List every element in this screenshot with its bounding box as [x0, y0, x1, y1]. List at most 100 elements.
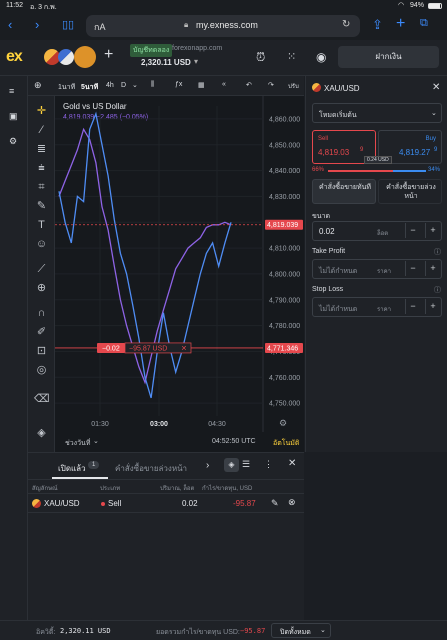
row-type: Sell — [108, 499, 122, 508]
price-chart[interactable]: Gold vs US Dollar 4,819.039 −2.485 (−0.0… — [55, 96, 304, 452]
timeframe-1m[interactable]: 1นาที — [58, 82, 75, 93]
pattern-icon[interactable]: ⌗ — [34, 180, 49, 195]
symbol-tab-btc-icon[interactable] — [74, 46, 96, 68]
tab-market-order[interactable]: คำสั่งซื้อขายทันที — [312, 179, 376, 204]
close-position-icon[interactable]: ⊗ — [288, 497, 296, 508]
more-options-icon[interactable]: ⋮ — [264, 459, 273, 470]
magnet-icon[interactable]: ∩ — [34, 306, 49, 321]
position-close-icon[interactable]: ✕ — [181, 345, 187, 352]
layout-grid-icon[interactable]: ▦ — [198, 81, 205, 89]
pencil-lock-icon[interactable]: ✐ — [34, 325, 49, 340]
safari-toolbar: ‹ › ▯▯ กA 🔒︎ my.exness.com ↻ ⇪ + ⧉ — [0, 12, 447, 40]
forward-icon[interactable]: › — [35, 17, 39, 32]
lock-icon[interactable]: ⊡ — [34, 344, 49, 359]
take-profit-decrease-button[interactable]: − — [405, 261, 420, 276]
date-range-button[interactable]: ช่วงวันที่ — [65, 438, 90, 449]
tab-pending-label: คำสั่งซื้อขายล่วงหน้า — [386, 184, 436, 200]
order-mode-select[interactable]: โหมดเริ่มต้น ⌄ — [312, 103, 442, 123]
chevron-down-icon[interactable]: ⌄ — [93, 437, 99, 445]
table-row[interactable]: XAU/USD Sell 0.02 -95.87 ✎ ⊗ — [28, 493, 304, 513]
timeframe-d[interactable]: D — [121, 82, 126, 89]
reload-icon[interactable]: ↻ — [342, 19, 350, 30]
info-icon[interactable]: ⓘ — [434, 285, 441, 295]
tab-open-positions[interactable]: เปิดแล้ว — [58, 462, 86, 475]
axis-settings-icon[interactable]: ⚙ — [279, 419, 287, 429]
settings-gear-icon[interactable]: ⚙ — [9, 136, 17, 147]
tab-pending-order[interactable]: คำสั่งซื้อขายล่วงหน้า — [378, 179, 442, 204]
alarm-clock-icon[interactable]: ⏰︎ — [256, 50, 265, 65]
edit-pencil-icon[interactable]: ✎ — [271, 498, 279, 509]
sidebar-book-icon[interactable]: ▯▯ — [62, 18, 74, 31]
profile-icon[interactable]: ◉ — [316, 50, 326, 64]
zoom-in-icon[interactable]: ⊕ — [34, 281, 49, 296]
new-tab-icon[interactable]: + — [396, 15, 405, 33]
info-icon[interactable]: ⓘ — [434, 247, 441, 257]
text-icon[interactable]: T — [34, 218, 49, 233]
ruler-icon[interactable]: ⟋ — [34, 262, 49, 277]
chevron-down-icon[interactable]: ⌄ — [132, 81, 138, 89]
menu-list-icon[interactable]: ≡ — [9, 86, 14, 96]
redo-icon[interactable]: ↷ — [268, 81, 274, 89]
timeframe-5m[interactable]: 5นาที — [81, 82, 98, 93]
trash-icon[interactable]: ⌫ — [34, 392, 50, 407]
timeframe-4h[interactable]: 4h — [106, 82, 114, 89]
tab-pending-orders[interactable]: คำสั่งซื้อขายล่วงหน้า — [115, 462, 187, 475]
back-icon[interactable]: ‹ — [8, 17, 12, 32]
trend-line-icon[interactable]: ⁄ — [34, 123, 49, 138]
stop-loss-unit[interactable]: ราคา — [377, 304, 391, 314]
close-icon[interactable]: ✕ — [288, 458, 296, 469]
stop-loss-input[interactable]: ไม่ได้กำหนด ราคา − + — [312, 297, 442, 317]
close-all-button[interactable]: ปิดทั้งหมด ⌄ — [271, 623, 331, 638]
take-profit-value: ไม่ได้กำหนด — [319, 268, 358, 275]
take-profit-increase-button[interactable]: + — [425, 261, 440, 276]
take-profit-input[interactable]: ไม่ได้กำหนด ราคา − + — [312, 259, 442, 279]
row-symbol: XAU/USD — [44, 499, 80, 508]
close-icon[interactable]: ✕ — [432, 82, 440, 93]
reader-text-size[interactable]: กA — [94, 20, 105, 34]
rewind-icon[interactable]: « — [222, 81, 226, 88]
gold-symbol-icon — [32, 499, 41, 508]
undo-icon[interactable]: ↶ — [246, 81, 252, 89]
tabs-icon[interactable]: ⧉ — [420, 17, 428, 30]
apps-grid-icon[interactable]: ⁙ — [287, 50, 296, 63]
horizontal-lines-icon[interactable]: ≣ — [34, 142, 49, 157]
chart-time: 04:52:50 UTC — [212, 438, 256, 445]
y-tick-label: 4,810.000 — [269, 246, 300, 253]
share-icon[interactable]: ⇪ — [372, 17, 383, 33]
crosshair-icon[interactable]: ✛ — [34, 104, 49, 119]
add-symbol-icon[interactable]: + — [104, 46, 113, 64]
indicators-icon[interactable]: ƒx — [175, 81, 182, 88]
volume-input[interactable]: 0.02 ล็อต − + — [312, 221, 442, 241]
eye-icon[interactable]: ◎ — [34, 363, 49, 378]
chevron-down-icon[interactable]: ▾ — [194, 57, 198, 66]
wifi-icon: ◠ — [398, 2, 405, 9]
volume-decrease-button[interactable]: − — [405, 223, 420, 238]
volume-increase-button[interactable]: + — [425, 223, 440, 238]
drawing-tools: ✛ ⁄ ≣ ⩧ ⌗ ✎ T ☺ ⟋ ⊕ ∩ ✐ ⊡ ◎ ⌫ ◈ — [28, 96, 55, 452]
fib-icon[interactable]: ⩧ — [34, 161, 49, 176]
balance-value[interactable]: 2,320.11 USD — [141, 58, 191, 67]
emoji-icon[interactable]: ☺ — [34, 237, 49, 252]
layers-icon[interactable]: ◈ — [34, 426, 49, 441]
symbol-name: XAU/USD — [324, 84, 360, 93]
stop-loss-decrease-button[interactable]: − — [405, 299, 420, 314]
stop-loss-increase-button[interactable]: + — [425, 299, 440, 314]
symbol-tab-eurusd-icon[interactable] — [58, 49, 74, 65]
adjust-label[interactable]: ปรับ — [288, 81, 299, 91]
calendar-icon[interactable]: ▣ — [9, 111, 18, 122]
add-indicator-icon[interactable]: ⊕ — [34, 80, 42, 91]
chevron-right-icon[interactable]: › — [206, 460, 209, 471]
layers-view-icon[interactable]: ◈ — [224, 458, 239, 472]
address-bar[interactable]: กA 🔒︎ my.exness.com ↻ — [86, 15, 360, 37]
auto-scale-button[interactable]: อัตโนมัติ — [273, 438, 299, 449]
col-type: ประเภท — [100, 486, 121, 492]
take-profit-unit[interactable]: ราคา — [377, 266, 391, 276]
chart-type-candle-icon[interactable]: ⫼ — [151, 81, 154, 89]
deposit-button[interactable]: ฝากเงิน — [338, 46, 439, 68]
brush-icon[interactable]: ✎ — [34, 199, 49, 214]
stop-loss-value: ไม่ได้กำหนด — [319, 306, 358, 313]
stack-icon[interactable]: ☰ — [242, 459, 250, 470]
chart-canvas[interactable]: 4,860.0004,850.0004,840.0004,830.0004,82… — [55, 96, 304, 432]
buy-label: Buy — [425, 136, 436, 142]
account-type-badge[interactable]: บัญชีทดลอง — [130, 44, 173, 57]
